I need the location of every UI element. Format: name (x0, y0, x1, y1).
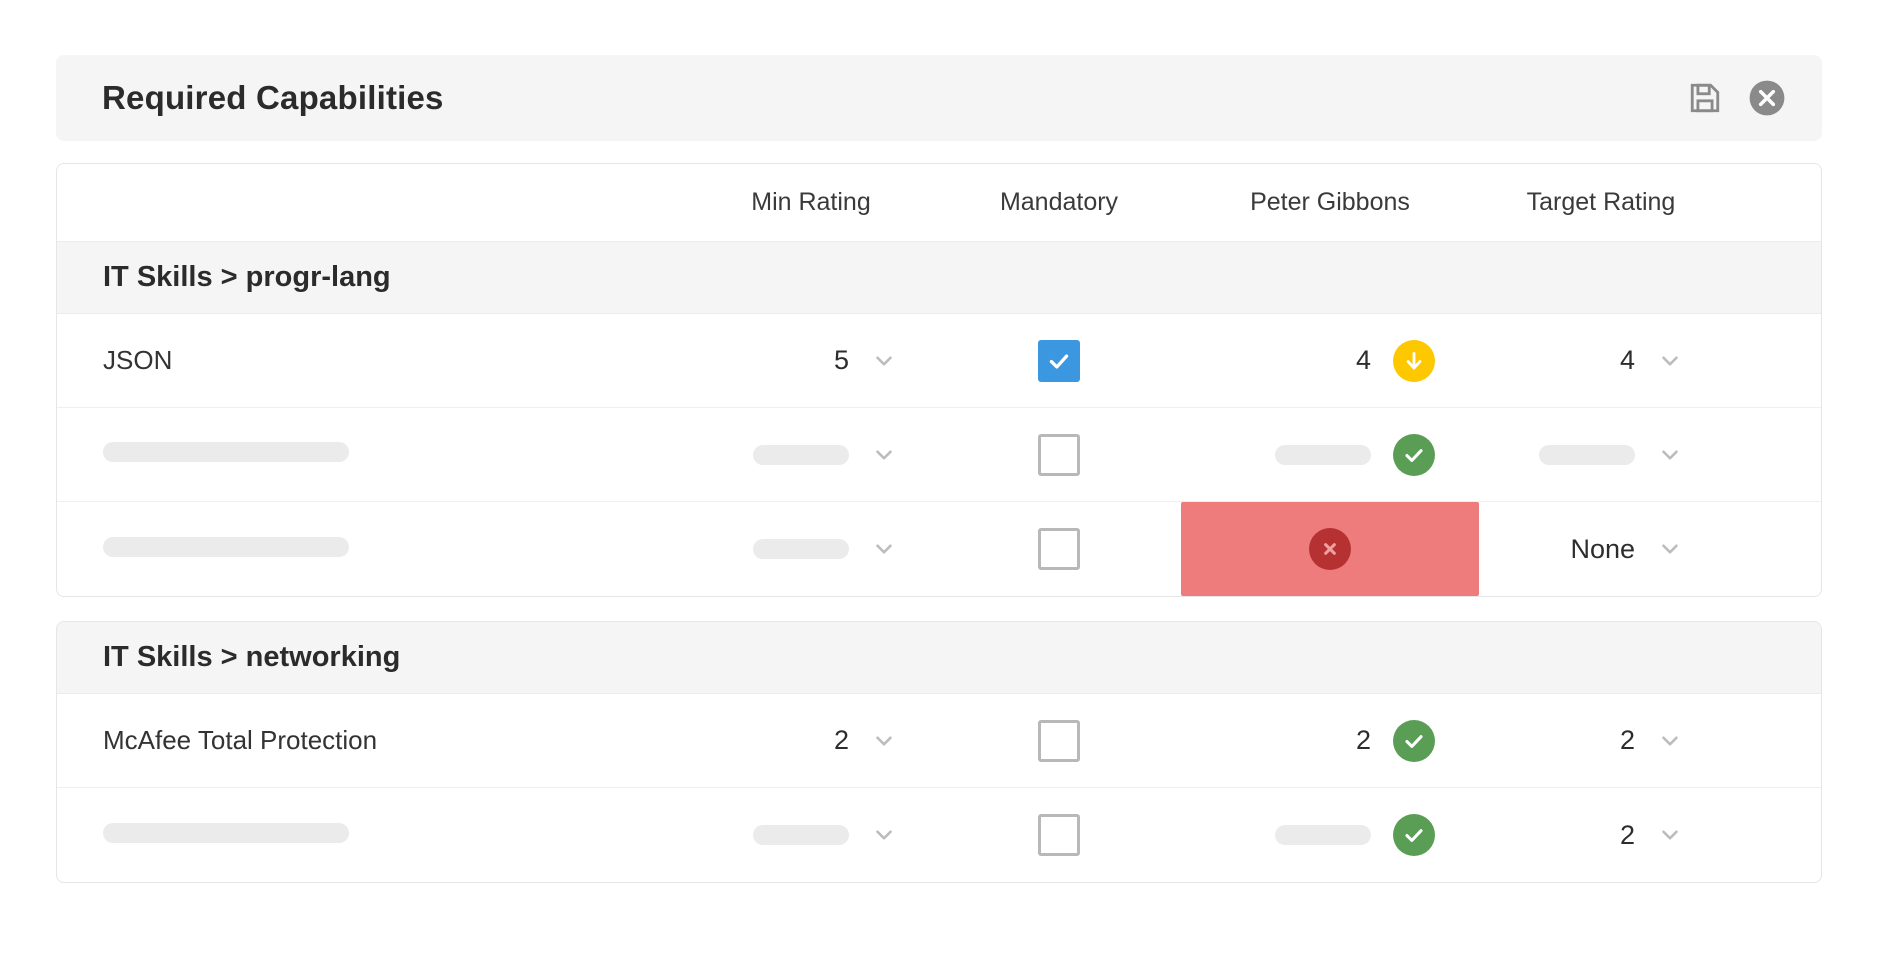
capability-name: JSON (103, 345, 173, 375)
cell-target-rating[interactable]: 2 (1479, 725, 1723, 756)
table-row[interactable]: 2 (57, 788, 1821, 882)
table-row[interactable] (57, 408, 1821, 502)
cell-min-rating[interactable]: 5 (685, 345, 937, 376)
group-header-label-wrap: IT Skills > networking (57, 641, 685, 674)
chevron-down-icon[interactable] (1657, 348, 1683, 374)
capability-name-placeholder (103, 822, 349, 843)
cell-mandatory[interactable] (937, 719, 1181, 762)
min-rating-value: 5 (833, 345, 849, 375)
cell-target-rating[interactable]: 2 (1479, 820, 1723, 851)
capability-name-placeholder (103, 536, 349, 557)
arrow-down-icon (1393, 339, 1435, 382)
cell-mandatory[interactable] (937, 433, 1181, 476)
cell-capability-name (57, 536, 685, 562)
person-rating-value: 2 (1355, 725, 1371, 755)
close-circle-icon[interactable] (1748, 79, 1786, 117)
cell-min-rating[interactable] (685, 442, 937, 468)
min-rating-placeholder (753, 539, 849, 559)
cell-person-rating: 4 (1181, 314, 1479, 408)
cell-target-rating[interactable]: 4 (1479, 345, 1723, 376)
min-rating-placeholder (753, 444, 849, 465)
page-title: Required Capabilities (102, 79, 444, 116)
person-rating-placeholder (1275, 444, 1371, 465)
cell-mandatory[interactable] (937, 814, 1181, 856)
chevron-down-icon[interactable] (1657, 822, 1683, 848)
chevron-down-icon[interactable] (871, 728, 897, 754)
column-header-min-rating: Min Rating (751, 188, 871, 216)
check-icon (1393, 433, 1435, 476)
target-rating-value: 2 (1619, 819, 1635, 850)
person-rating-value: 4 (1355, 345, 1371, 375)
cell-mandatory[interactable] (937, 528, 1181, 570)
group-header-row: IT Skills > networking (57, 622, 1821, 694)
group-header-row: IT Skills > progr-lang (57, 242, 1821, 314)
capabilities-table-card-1: Min Rating Mandatory Peter Gibbons Targe… (56, 163, 1822, 597)
save-floppy-icon[interactable] (1688, 81, 1722, 115)
chevron-down-icon[interactable] (871, 822, 897, 848)
panel-header: Required Capabilities (56, 55, 1822, 141)
cell-person-rating: 2 (1181, 694, 1479, 788)
chevron-down-icon[interactable] (1657, 442, 1683, 468)
column-header-mandatory: Mandatory (999, 188, 1119, 216)
mandatory-checkbox-unchecked[interactable] (1038, 433, 1080, 476)
group-header-label-wrap: IT Skills > progr-lang (57, 261, 685, 294)
cell-target-rating[interactable] (1479, 442, 1723, 468)
target-rating-value: None (1570, 533, 1635, 564)
cell-person-rating-alert (1181, 502, 1479, 596)
min-rating-value: 2 (833, 725, 849, 755)
cell-min-rating[interactable] (685, 822, 937, 848)
table-row[interactable]: McAfee Total Protection 2 2 2 (57, 694, 1821, 788)
cell-mandatory[interactable] (937, 339, 1181, 382)
group-label: IT Skills > networking (103, 641, 401, 673)
cell-person-rating (1181, 788, 1479, 882)
mandatory-checkbox-checked[interactable] (1038, 339, 1080, 382)
chevron-down-icon[interactable] (871, 536, 897, 562)
cell-target-rating[interactable]: None (1479, 534, 1723, 565)
cell-min-rating[interactable]: 2 (685, 725, 937, 756)
x-icon (1309, 528, 1351, 570)
person-rating-placeholder (1275, 825, 1371, 845)
check-icon (1393, 814, 1435, 856)
mandatory-checkbox-unchecked[interactable] (1038, 528, 1080, 570)
column-header-target-rating: Target Rating (1526, 188, 1676, 216)
target-rating-value: 4 (1619, 345, 1635, 375)
capabilities-page: Required Capabilities Min Rating Mandato… (0, 0, 1878, 975)
capability-name: McAfee Total Protection (103, 725, 378, 755)
mandatory-checkbox-unchecked[interactable] (1038, 719, 1080, 762)
column-header-person: Peter Gibbons (1250, 188, 1410, 216)
capabilities-table-card-2: IT Skills > networking McAfee Total Prot… (56, 621, 1822, 883)
chevron-down-icon[interactable] (1657, 728, 1683, 754)
group-label: IT Skills > progr-lang (103, 261, 391, 293)
cell-person-rating (1181, 408, 1479, 502)
capability-name-placeholder (103, 442, 349, 462)
chevron-down-icon[interactable] (1657, 536, 1683, 562)
chevron-down-icon[interactable] (871, 348, 897, 374)
header-actions (1688, 79, 1786, 117)
cell-capability-name: McAfee Total Protection (57, 725, 685, 756)
cell-min-rating[interactable] (685, 536, 937, 562)
target-rating-value: 2 (1619, 725, 1635, 755)
table-row[interactable]: None (57, 502, 1821, 596)
table-header-row: Min Rating Mandatory Peter Gibbons Targe… (57, 164, 1821, 242)
check-icon (1393, 719, 1435, 762)
table-row[interactable]: JSON 5 4 4 (57, 314, 1821, 408)
min-rating-placeholder (753, 825, 849, 845)
cell-capability-name: JSON (57, 345, 685, 376)
cell-capability-name (57, 822, 685, 848)
chevron-down-icon[interactable] (871, 442, 897, 468)
cell-capability-name (57, 442, 685, 467)
target-rating-placeholder (1539, 444, 1635, 465)
mandatory-checkbox-unchecked[interactable] (1038, 814, 1080, 856)
